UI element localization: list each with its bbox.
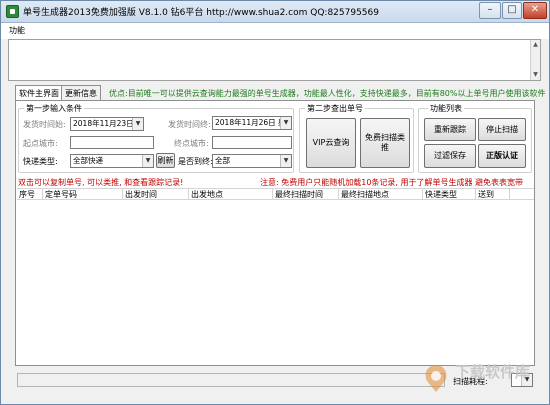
- end-time-label: 发货时间终:: [168, 120, 211, 129]
- arrived-value: 全部: [215, 156, 230, 165]
- free-scan-button[interactable]: 免费扫描类推: [360, 118, 410, 168]
- watermark-text: 下载软件库: [455, 363, 531, 381]
- step1-group: 第一步输入条件 发货时间始: 2018年11月23日 星期 ▼ 发货时间终: 2…: [18, 103, 294, 173]
- col-depart-time[interactable]: 出发时间: [123, 189, 189, 200]
- step2-group: 第二步查出单号 VIP云查询 免费扫描类推: [299, 103, 414, 173]
- app-window: 单号生成器2013免费加强版 V8.1.0 钻6平台 http://www.sh…: [0, 0, 550, 405]
- free-user-notice: 注意: 免费用户只能随机加载10条记录, 用于了解单号生成器 避免表表宽带: [260, 178, 524, 187]
- results-table[interactable]: 序号 定单号码 出发时间 出发地点 最终扫描时间 最终扫描地点 快递类型 送到: [17, 188, 534, 356]
- vip-query-button[interactable]: VIP云查询: [306, 118, 356, 168]
- express-type-label: 快递类型:: [23, 157, 58, 166]
- maximize-button[interactable]: □: [502, 2, 522, 19]
- col-delivered[interactable]: 送到: [476, 189, 510, 200]
- genuine-auth-button[interactable]: 正版认证: [478, 144, 526, 168]
- stop-scan-button[interactable]: 停止扫描: [478, 118, 526, 141]
- menu-item-functions[interactable]: 功能: [9, 25, 25, 36]
- log-textbox[interactable]: ▲ ▼: [8, 39, 541, 81]
- col-index[interactable]: 序号: [17, 189, 43, 200]
- step2-title: 第二步查出单号: [305, 103, 365, 114]
- step1-title: 第一步输入条件: [24, 103, 84, 114]
- end-time-picker[interactable]: 2018年11月26日 星期 ▼: [212, 116, 292, 130]
- col-last-scan-place[interactable]: 最终扫描地点: [339, 189, 423, 200]
- chevron-down-icon[interactable]: ▼: [132, 118, 143, 130]
- depart-time-picker[interactable]: 2018年11月23日 星期 ▼: [70, 117, 144, 131]
- chevron-down-icon[interactable]: ▼: [280, 117, 291, 129]
- filter-save-button[interactable]: 过滤保存: [424, 144, 476, 168]
- origin-city-input[interactable]: [70, 136, 154, 149]
- logo-icon: [425, 365, 447, 392]
- chevron-down-icon[interactable]: ▼: [142, 155, 153, 167]
- arrived-select[interactable]: 全部 ▼: [212, 154, 292, 168]
- copy-hint: 双击可以复制单号, 可以类推, 和查看跟踪记录!: [18, 178, 184, 187]
- status-field: [17, 373, 445, 387]
- col-order-number[interactable]: 定单号码: [43, 189, 123, 200]
- minimize-button[interactable]: –: [479, 2, 501, 19]
- title-bar[interactable]: 单号生成器2013免费加强版 V8.1.0 钻6平台 http://www.sh…: [1, 1, 549, 23]
- app-icon: [6, 5, 19, 18]
- log-scrollbar[interactable]: ▲ ▼: [530, 40, 540, 80]
- express-type-select[interactable]: 全部快递 ▼: [70, 154, 154, 168]
- dest-city-label: 终点城市:: [174, 139, 209, 148]
- col-last-scan-time[interactable]: 最终扫描时间: [273, 189, 339, 200]
- reset-tracking-button[interactable]: 重新跟踪: [424, 118, 476, 141]
- menu-bar: 功能: [1, 23, 549, 39]
- dest-city-input[interactable]: [212, 136, 292, 149]
- arrow-up-icon[interactable]: ▲: [532, 41, 539, 49]
- col-express-type[interactable]: 快递类型: [423, 189, 476, 200]
- tab-updates[interactable]: 更新信息: [61, 85, 101, 101]
- promo-text: 优点:目前唯一可以提供云查询能力最强的单号生成器，功能最人性化，支持快递最多，目…: [109, 89, 546, 98]
- table-header: 序号 定单号码 出发时间 出发地点 最终扫描时间 最终扫描地点 快递类型 送到: [17, 189, 534, 200]
- arrow-down-icon[interactable]: ▼: [532, 71, 539, 79]
- main-panel: 第一步输入条件 发货时间始: 2018年11月23日 星期 ▼ 发货时间终: 2…: [15, 100, 535, 366]
- origin-city-label: 起点城市:: [23, 139, 58, 148]
- express-type-value: 全部快递: [73, 156, 103, 165]
- depart-time-label: 发货时间始:: [23, 120, 66, 129]
- function-group: 功能列表 重新跟踪 停止扫描 过滤保存 正版认证: [418, 103, 532, 173]
- function-title: 功能列表: [428, 103, 464, 114]
- window-title: 单号生成器2013免费加强版 V8.1.0 钻6平台 http://www.sh…: [23, 8, 379, 18]
- arrived-label: 是否到终:: [178, 157, 213, 166]
- close-button[interactable]: ✕: [523, 2, 547, 19]
- watermark: 下载软件库: [419, 355, 549, 401]
- refresh-button[interactable]: 刷新: [156, 153, 175, 168]
- col-depart-place[interactable]: 出发地点: [189, 189, 273, 200]
- chevron-down-icon[interactable]: ▼: [280, 155, 291, 167]
